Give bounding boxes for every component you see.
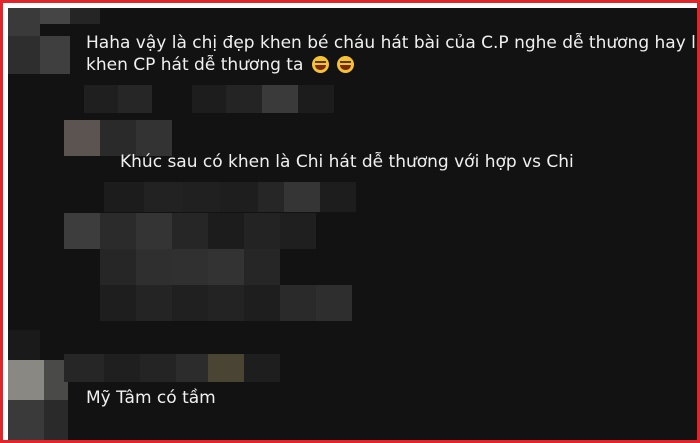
joy-emoji-icon	[311, 56, 329, 73]
comment-text-line: Khúc sau có khen là Chi hát dễ thương vớ…	[120, 152, 574, 172]
screenshot-frame: Haha vậy là chị đẹp khen bé cháu hát bài…	[0, 0, 700, 443]
comment-thread: Haha vậy là chị đẹp khen bé cháu hát bài…	[8, 8, 697, 440]
comment-text-line: Mỹ Tâm có tầm	[86, 388, 216, 408]
comment-text-line: khen CP hát dễ thương ta	[86, 51, 355, 79]
joy-emoji-icon	[337, 56, 355, 73]
comment-text-line-2: khen CP hát dễ thương ta	[86, 55, 304, 75]
